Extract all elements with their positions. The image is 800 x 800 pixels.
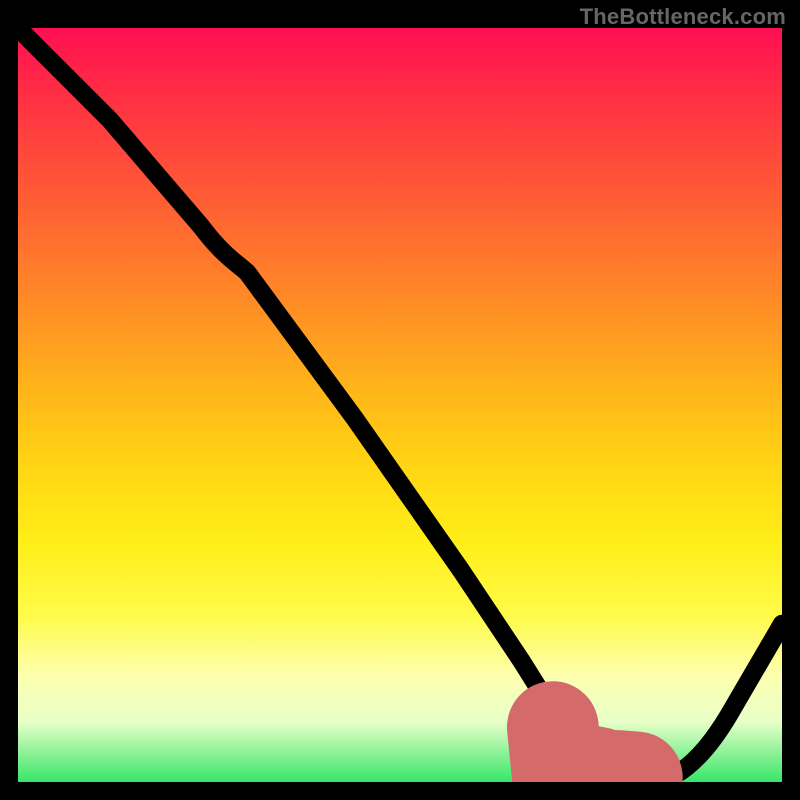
optimal-range-segment-2 [618,776,637,778]
watermark-text: TheBottleneck.com [580,4,786,30]
chart-svg [18,28,782,782]
plot-area [18,28,782,782]
bottleneck-curve [18,28,782,782]
